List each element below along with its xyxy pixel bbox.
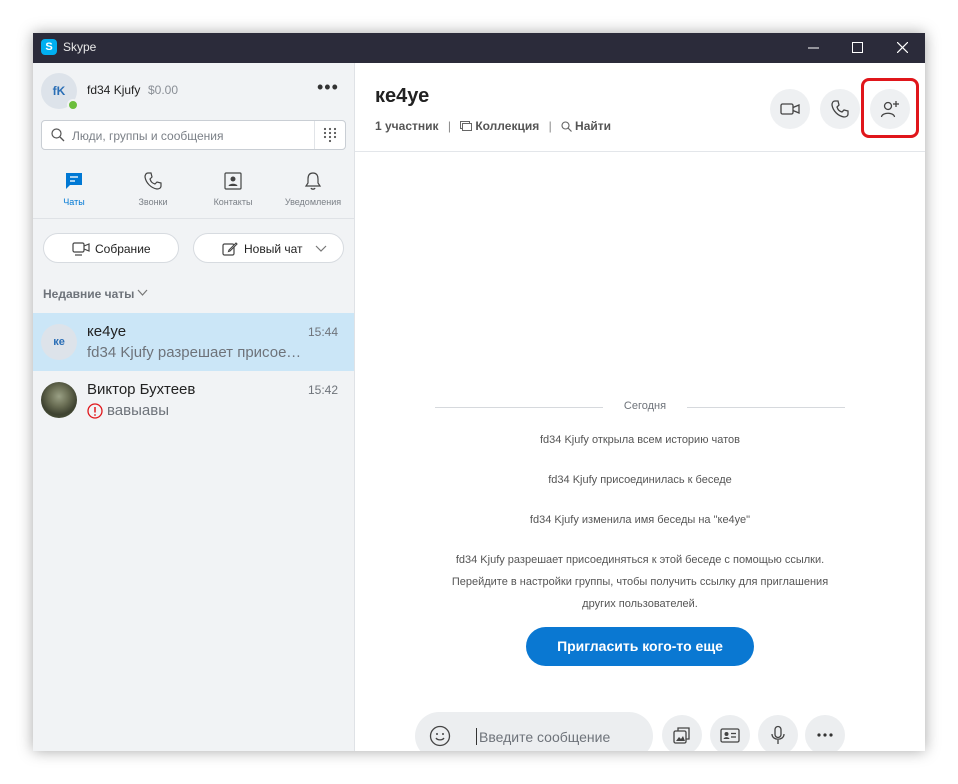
close-button[interactable]	[880, 33, 925, 63]
highlight-annotation	[861, 78, 919, 138]
message-composer[interactable]	[415, 712, 653, 751]
chat-preview: вавыавы	[107, 402, 169, 419]
collection-link[interactable]: Коллекция	[460, 118, 539, 133]
maximize-button[interactable]	[835, 33, 880, 63]
tab-notifications[interactable]: Уведомления	[275, 171, 351, 213]
presence-status-icon	[67, 99, 79, 111]
meeting-label: Собрание	[95, 242, 151, 256]
chat-list-item[interactable]: Виктор Бухтеев 15:42 вавыавы	[33, 371, 354, 429]
chat-avatar: ке	[41, 324, 77, 360]
video-meeting-icon	[72, 242, 90, 256]
video-camera-icon	[780, 103, 800, 115]
chat-icon	[66, 173, 82, 189]
system-message: fd34 Kjufy присоединилась к беседе	[548, 474, 732, 486]
separator: |	[548, 118, 552, 133]
separator: |	[447, 118, 451, 133]
date-separator: Сегодня	[623, 400, 667, 412]
send-contact-button[interactable]	[710, 715, 750, 751]
date-divider-line	[435, 407, 603, 408]
tab-contacts[interactable]: Контакты	[195, 171, 271, 213]
conversation-title[interactable]: ке4уе	[375, 85, 429, 108]
profile-more-button[interactable]: •••	[317, 77, 339, 98]
new-chat-button[interactable]: Новый чат	[193, 233, 344, 263]
conversation-meta: 1 участник | Коллекция | Найти	[375, 118, 611, 133]
participants-link[interactable]: 1 участник	[375, 119, 439, 133]
error-icon	[87, 403, 103, 419]
tab-chats[interactable]: Чаты	[36, 171, 112, 213]
chevron-down-icon	[137, 289, 148, 296]
skype-logo-icon: S	[41, 39, 57, 55]
chat-preview: fd34 Kjufy разрешает присоеди...	[87, 344, 309, 361]
conversation-pane: ке4уе 1 участник | Коллекция | Найти Сег…	[355, 63, 925, 751]
chat-avatar	[41, 382, 77, 418]
send-media-button[interactable]	[662, 715, 702, 751]
profile-name[interactable]: fd34 Kjufy	[87, 83, 140, 97]
chat-name: Виктор Бухтеев	[87, 381, 196, 398]
chat-list-item[interactable]: ке ке4уе 15:44 fd34 Kjufy разрешает прис…	[33, 313, 354, 371]
contacts-icon	[224, 172, 242, 190]
dialpad-icon	[323, 127, 337, 143]
video-call-button[interactable]	[770, 89, 810, 129]
skype-window: S Skype fK fd34 Kjufy $0.00 ••• Люди, гр…	[33, 33, 925, 751]
tab-calls[interactable]: Звонки	[115, 171, 191, 213]
chevron-down-icon[interactable]	[315, 245, 327, 253]
tab-contacts-label: Контакты	[213, 197, 253, 207]
chat-time: 15:42	[307, 383, 338, 397]
microphone-icon	[771, 725, 785, 744]
date-divider-line	[687, 407, 845, 408]
recent-chats-header[interactable]: Недавние чаты	[43, 287, 148, 301]
more-options-button[interactable]	[805, 715, 845, 751]
more-icon	[817, 733, 833, 737]
sidebar: fK fd34 Kjufy $0.00 ••• Люди, группы и с…	[33, 63, 355, 751]
system-message: fd34 Kjufy изменила имя беседы на "ке4уе…	[529, 514, 751, 526]
tab-notifications-label: Уведомления	[284, 197, 342, 207]
voice-message-button[interactable]	[758, 715, 798, 751]
audio-call-button[interactable]	[820, 89, 860, 129]
chat-name: ке4уе	[87, 323, 127, 340]
phone-icon	[144, 172, 162, 190]
profile-balance[interactable]: $0.00	[148, 83, 178, 97]
title-bar: S Skype	[33, 33, 925, 63]
contact-card-icon	[720, 728, 740, 743]
recent-chats-label: Недавние чаты	[43, 287, 135, 301]
gallery-icon	[460, 121, 473, 132]
phone-icon	[831, 100, 849, 118]
find-label: Найти	[575, 119, 612, 134]
search-icon	[51, 128, 65, 142]
system-message-link-info: Перейдите в настройки группы, чтобы полу…	[451, 576, 829, 588]
dialpad-button[interactable]	[314, 121, 345, 149]
chat-time: 15:44	[307, 325, 338, 339]
tab-calls-label: Звонки	[138, 197, 168, 207]
search-box[interactable]	[41, 120, 346, 150]
system-message-link-info: fd34 Kjufy разрешает присоединяться к эт…	[455, 554, 825, 566]
compose-icon	[222, 242, 238, 256]
tab-chats-label: Чаты	[63, 197, 85, 207]
nav-divider	[33, 218, 354, 219]
search-icon	[561, 121, 572, 132]
find-link[interactable]: Найти	[561, 118, 611, 133]
bell-icon	[304, 172, 322, 190]
media-icon	[673, 727, 690, 744]
minimize-button[interactable]	[791, 33, 836, 63]
search-input[interactable]	[70, 125, 314, 147]
window-title: Skype	[63, 40, 97, 54]
collection-label: Коллекция	[475, 119, 540, 134]
invite-button[interactable]: Пригласить кого-то еще	[526, 627, 754, 666]
new-chat-label: Новый чат	[244, 242, 303, 256]
system-message-link-info: других пользователей.	[582, 598, 698, 610]
header-divider	[355, 151, 925, 152]
meeting-button[interactable]: Собрание	[43, 233, 179, 263]
message-input[interactable]	[477, 725, 649, 749]
emoji-icon[interactable]	[429, 725, 451, 747]
system-message: fd34 Kjufy открыла всем историю чатов	[539, 434, 740, 446]
